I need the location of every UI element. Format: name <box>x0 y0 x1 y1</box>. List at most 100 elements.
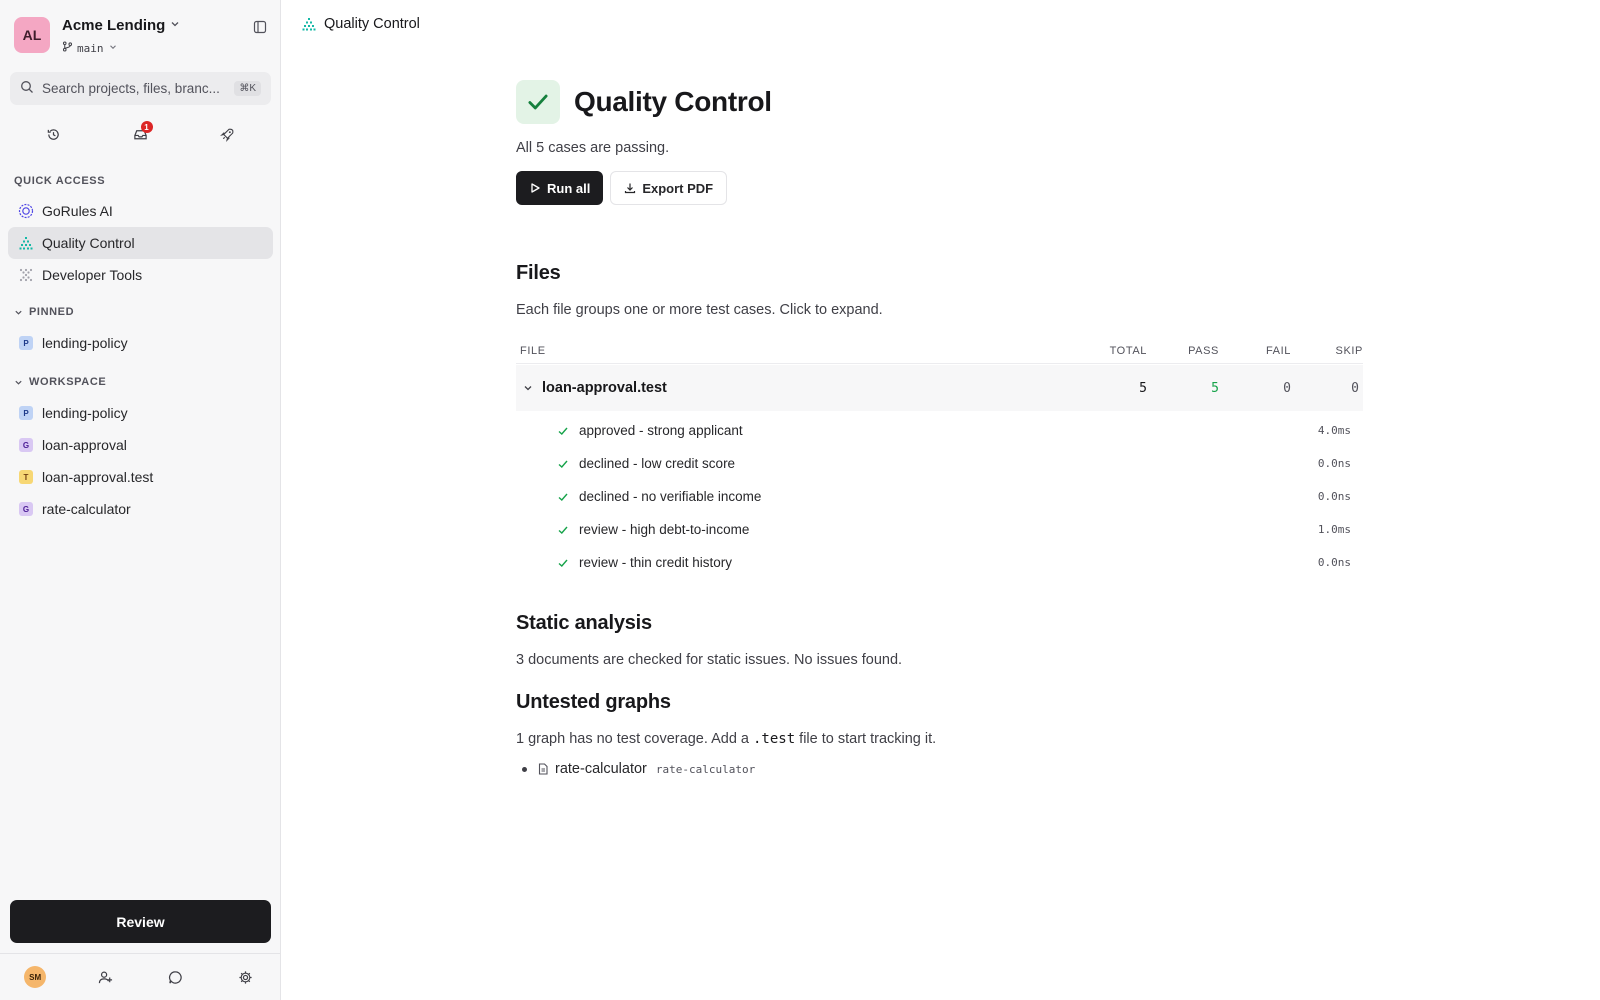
list-item[interactable]: approved - strong applicant 4.0ms <box>516 414 1363 447</box>
list-item[interactable]: review - thin credit history 0.0ns <box>516 546 1363 579</box>
fail-count: 0 <box>1283 380 1291 396</box>
graph-name: rate-calculator <box>555 761 647 777</box>
file-icon <box>537 763 549 775</box>
case-duration: 1.0ms <box>1317 523 1351 536</box>
git-branch-icon <box>62 41 73 55</box>
sidebar-item-lending-policy[interactable]: P lending-policy <box>8 397 273 429</box>
export-pdf-label: Export PDF <box>642 180 714 196</box>
sidebar-item-rate-calculator[interactable]: G rate-calculator <box>8 493 273 525</box>
table-row[interactable]: loan-approval.test 5 5 0 0 <box>516 365 1363 411</box>
export-pdf-button[interactable]: Export PDF <box>610 171 728 205</box>
chevron-down-icon <box>15 310 22 315</box>
comments-button[interactable] <box>162 963 190 991</box>
user-plus-icon <box>98 971 112 983</box>
list-item[interactable]: review - high debt-to-income 1.0ms <box>516 513 1363 546</box>
skip-count: 0 <box>1351 380 1359 396</box>
history-button[interactable] <box>40 120 68 148</box>
pinned-section-toggle[interactable]: PINNED <box>14 306 74 318</box>
sidebar-toolbar: 1 <box>10 120 271 148</box>
workspace-section-toggle[interactable]: WORKSPACE <box>14 376 106 388</box>
check-icon <box>557 557 569 569</box>
sidebar-item-label: lending-policy <box>42 405 128 421</box>
case-duration: 0.0ns <box>1317 490 1351 503</box>
invite-user-button[interactable] <box>91 963 119 991</box>
column-file: FILE <box>520 344 546 357</box>
static-analysis-description: 3 documents are checked for static issue… <box>516 652 903 668</box>
notification-badge: 1 <box>140 121 153 133</box>
case-name: review - thin credit history <box>579 555 733 570</box>
org-switcher[interactable]: AL Acme Lending main <box>14 17 270 57</box>
check-icon <box>516 80 560 124</box>
case-duration: 4.0ms <box>1317 424 1351 437</box>
review-button[interactable]: Review <box>10 900 271 943</box>
developer-tools-icon <box>18 267 34 283</box>
case-name: declined - low credit score <box>579 456 736 471</box>
pass-count: 5 <box>1211 380 1219 396</box>
branch-switcher[interactable]: main <box>62 41 118 55</box>
history-icon <box>47 128 59 140</box>
untested-graphs-description: 1 graph has no test coverage. Add a .tes… <box>516 731 937 747</box>
check-icon <box>557 491 569 503</box>
sidebar: AL Acme Lending main Search projects, fi… <box>0 0 281 1000</box>
list-item[interactable]: declined - no verifiable income 0.0ns <box>516 480 1363 513</box>
files-description: Each file groups one or more test cases.… <box>516 302 883 318</box>
collapse-sidebar-button[interactable] <box>250 17 270 37</box>
deploy-button[interactable] <box>214 120 242 148</box>
run-all-label: Run all <box>547 180 591 196</box>
check-icon <box>557 524 569 536</box>
check-icon <box>557 458 569 470</box>
search-input[interactable]: Search projects, files, branc... ⌘K <box>10 72 271 105</box>
total-count: 5 <box>1139 380 1147 396</box>
chevron-down-icon <box>522 382 534 394</box>
sidebar-item-label: rate-calculator <box>42 501 131 517</box>
workspace-label: WORKSPACE <box>29 376 107 388</box>
settings-button[interactable] <box>232 963 260 991</box>
case-name: review - high debt-to-income <box>579 522 750 537</box>
page-subtitle: All 5 cases are passing. <box>516 140 670 156</box>
chevron-down-icon <box>15 380 22 385</box>
gorules-ai-icon <box>18 203 34 219</box>
sidebar-item-label: loan-approval.test <box>42 469 154 485</box>
list-item[interactable]: rate-calculator rate-calculator <box>516 761 1366 777</box>
search-icon <box>20 80 34 97</box>
sidebar-item-quality-control[interactable]: Quality Control <box>8 227 273 259</box>
sidebar-item-developer-tools[interactable]: Developer Tools <box>8 259 273 291</box>
play-icon <box>531 183 540 193</box>
gear-icon <box>239 970 252 984</box>
sidebar-item-gorules-ai[interactable]: GoRules AI <box>8 195 273 227</box>
sidebar-item-label: lending-policy <box>42 335 128 351</box>
file-name: loan-approval.test <box>542 380 667 396</box>
breadcrumb: Quality Control <box>282 0 1600 48</box>
sidebar-footer: SM <box>0 953 281 1000</box>
sidebar-item-loan-approval[interactable]: G loan-approval <box>8 429 273 461</box>
org-name: Acme Lending <box>62 17 166 34</box>
run-all-button[interactable]: Run all <box>516 171 604 205</box>
files-heading: Files <box>516 262 561 284</box>
bullet <box>522 766 527 772</box>
graph-key: rate-calculator <box>655 762 756 776</box>
page-actions: Run all Export PDF <box>516 171 1366 205</box>
sidebar-item-loan-approval-test[interactable]: T loan-approval.test <box>8 461 273 493</box>
main-content: Quality Control All 5 cases are passing.… <box>516 80 1366 777</box>
inbox-button[interactable]: 1 <box>127 120 155 148</box>
search-placeholder: Search projects, files, branc... <box>42 81 220 96</box>
quality-control-icon <box>18 235 34 251</box>
message-circle-icon <box>169 970 182 984</box>
pinned-label: PINNED <box>29 306 75 318</box>
search-shortcut: ⌘K <box>234 81 261 96</box>
org-name-row[interactable]: Acme Lending <box>62 17 181 34</box>
static-analysis-heading: Static analysis <box>516 612 652 634</box>
project-tag: P <box>19 406 33 420</box>
list-item[interactable]: declined - low credit score 0.0ns <box>516 447 1363 480</box>
sidebar-item-label: loan-approval <box>42 437 127 453</box>
sidebar-item-pinned-lending-policy[interactable]: P lending-policy <box>8 327 273 359</box>
check-icon <box>557 425 569 437</box>
project-tag: P <box>19 336 33 350</box>
chevron-down-icon <box>108 42 118 55</box>
case-duration: 0.0ns <box>1317 556 1351 569</box>
column-pass: PASS <box>1188 344 1219 357</box>
column-total: TOTAL <box>1109 344 1147 357</box>
quality-control-icon <box>302 17 316 31</box>
avatar: SM <box>24 966 47 988</box>
user-menu-button[interactable]: SM <box>21 963 49 991</box>
